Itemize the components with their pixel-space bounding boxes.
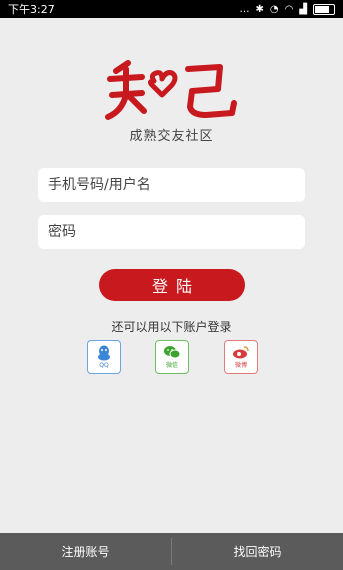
register-button[interactable]: 注册账号 (0, 533, 171, 570)
login-button[interactable]: 登陆 (99, 269, 245, 301)
signal-icon: ▟ (299, 3, 307, 15)
status-icons: … ✱ ◔ ◠ ▟ (239, 3, 335, 15)
weibo-label: 微博 (234, 362, 247, 369)
logo-icon (104, 60, 237, 120)
wechat-label: 微信 (165, 362, 178, 369)
bluetooth-icon: ✱ (255, 3, 264, 15)
slogan: 成熟交友社区 (129, 129, 214, 144)
logo-area: 成熟交友社区 (0, 55, 343, 144)
wechat-login-button[interactable]: 微信 (155, 340, 189, 374)
qq-icon (98, 345, 110, 361)
alt-login-title: 还可以用以下账户登录 (111, 320, 232, 334)
alarm-icon: ◔ (269, 3, 279, 15)
wechat-icon (164, 346, 180, 359)
status-bar: 下午3:27 … ✱ ◔ ◠ ▟ (0, 0, 343, 18)
wifi-icon: ◠ (284, 3, 294, 15)
qq-login-button[interactable]: QQ (87, 340, 121, 374)
status-time: 下午3:27 (8, 3, 55, 16)
username-input[interactable] (38, 168, 305, 202)
more-icon: … (239, 3, 250, 15)
weibo-login-button[interactable]: 微博 (224, 340, 258, 374)
recover-password-button[interactable]: 找回密码 (172, 533, 343, 570)
battery-icon (313, 3, 335, 15)
weibo-icon (233, 346, 249, 359)
password-input[interactable] (38, 215, 305, 249)
bottom-bar: 注册账号 找回密码 (0, 533, 343, 570)
qq-label: QQ (99, 362, 109, 369)
